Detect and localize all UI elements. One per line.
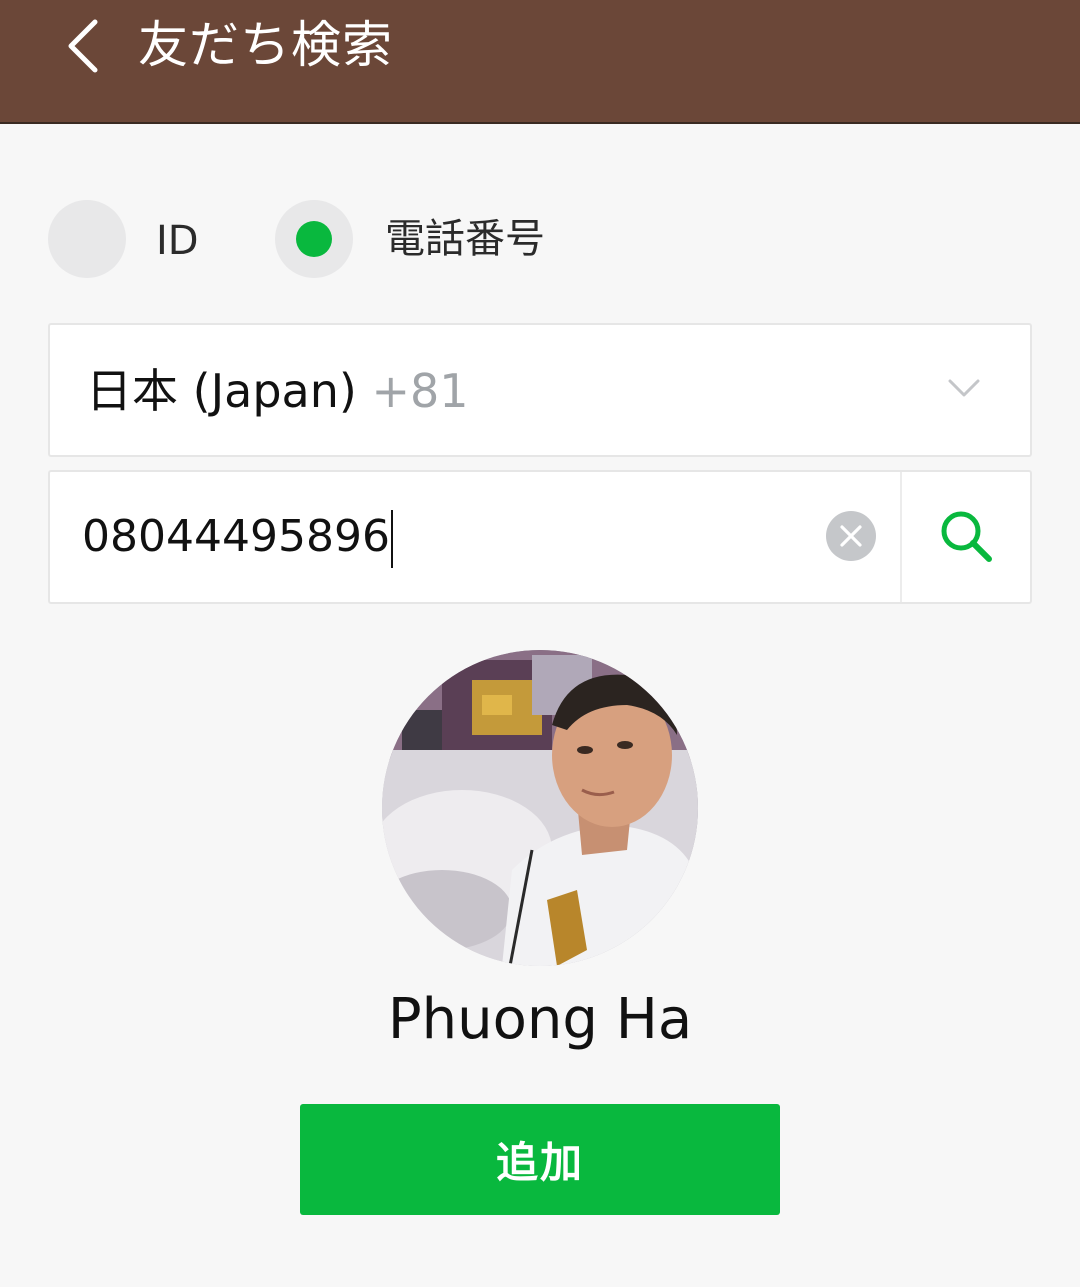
profile-name: Phuong Ha — [387, 987, 693, 1052]
radio-label-id: ID — [156, 218, 199, 264]
radio-label-phone: 電話番号 — [385, 216, 545, 262]
clear-icon — [840, 525, 862, 547]
text-caret — [390, 510, 393, 568]
search-icon — [941, 511, 992, 562]
radio-button-phone[interactable] — [275, 200, 353, 278]
back-button[interactable] — [48, 6, 118, 86]
chevron-down-icon — [948, 379, 980, 397]
country-select[interactable]: 日本 (Japan) +81 — [48, 323, 1032, 457]
radio-option-id[interactable]: ID — [48, 200, 248, 280]
phone-input-container[interactable]: 08044495896 — [50, 472, 900, 602]
phone-input[interactable]: 08044495896 — [82, 506, 782, 568]
avatar-image — [382, 650, 698, 966]
page-title: 友だち検索 — [138, 16, 393, 74]
radio-button-id[interactable] — [48, 200, 126, 278]
avatar — [382, 650, 698, 966]
header-bar: 友だち検索 — [0, 0, 1080, 124]
radio-selected-dot — [296, 221, 332, 257]
app-root: 友だち検索 ID 電話番号 日本 (Japan) +81 08044495896 — [0, 0, 1080, 1287]
search-button[interactable] — [902, 472, 1032, 602]
radio-option-phone[interactable]: 電話番号 — [275, 200, 575, 280]
add-friend-button[interactable]: 追加 — [300, 1104, 780, 1215]
country-name: 日本 (Japan) — [86, 364, 357, 418]
phone-value: 08044495896 — [82, 511, 390, 562]
country-label: 日本 (Japan) +81 — [86, 363, 469, 419]
chevron-left-icon — [68, 19, 98, 73]
country-code: +81 — [371, 364, 469, 418]
clear-button[interactable] — [826, 511, 876, 561]
phone-search-row: 08044495896 — [48, 470, 1032, 604]
